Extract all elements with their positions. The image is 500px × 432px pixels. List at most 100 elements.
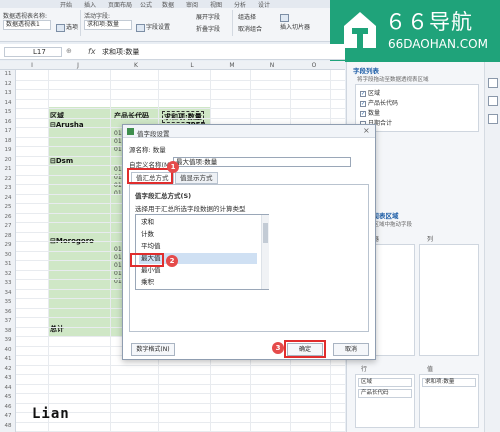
summarize-function-list[interactable]: 求和 计数 平均值 最大值 最小值 乘积 — [135, 214, 269, 290]
name-box[interactable]: L17 — [4, 47, 62, 57]
ribbon-tab[interactable]: 开始 — [60, 0, 72, 9]
group-selection-button[interactable]: 组选择 — [238, 12, 256, 21]
row-header[interactable]: 28 — [0, 233, 16, 239]
field-checkbox-region[interactable]: ✓ 区域 — [360, 88, 380, 97]
row-header[interactable]: 48 — [0, 423, 16, 429]
column-area[interactable] — [419, 244, 479, 356]
ribbon-tab[interactable]: 公式 — [140, 0, 152, 9]
cancel-button[interactable]: 取消 — [333, 343, 369, 356]
function-option[interactable]: 计数 — [139, 229, 257, 240]
row-header[interactable]: 13 — [0, 90, 16, 96]
ribbon-tab[interactable]: 设计 — [258, 0, 270, 9]
active-field-input[interactable]: 求和项:数量 — [84, 20, 132, 30]
pivot-header-region[interactable]: 区域 — [50, 111, 64, 121]
scrollbar-thumb[interactable] — [263, 223, 268, 243]
row-header[interactable]: 26 — [0, 214, 16, 220]
collapse-field-button[interactable]: 折叠字段 — [196, 24, 220, 33]
row-header[interactable]: 43 — [0, 375, 16, 381]
row-header[interactable]: 24 — [0, 195, 16, 201]
row-header[interactable]: 11 — [0, 71, 16, 77]
options-button[interactable]: 选项 — [56, 22, 78, 32]
number-format-button[interactable]: 数字格式(N) — [131, 343, 175, 356]
column-header[interactable]: L — [182, 62, 202, 69]
row-header[interactable]: 29 — [0, 242, 16, 248]
field-settings-button[interactable]: 字段设置 — [136, 22, 170, 32]
source-name-label: 源名称: 数量 — [129, 146, 166, 154]
row-header[interactable]: 42 — [0, 366, 16, 372]
row-header[interactable]: 40 — [0, 347, 16, 353]
row-header[interactable]: 15 — [0, 109, 16, 115]
row-header[interactable]: 34 — [0, 290, 16, 296]
row-header[interactable]: 18 — [0, 138, 16, 144]
column-header[interactable]: K — [126, 62, 146, 69]
close-icon[interactable]: × — [363, 126, 370, 135]
row-header[interactable]: 19 — [0, 147, 16, 153]
properties-icon[interactable] — [488, 96, 498, 106]
row-header[interactable]: 32 — [0, 271, 16, 277]
pivot-header-code[interactable]: 产品长代码 — [114, 111, 149, 121]
pivot-name-input[interactable]: 数据透视表1 — [3, 20, 51, 30]
column-header[interactable]: O — [304, 62, 324, 69]
pivot-total-label[interactable]: 总计 — [50, 324, 64, 334]
row-header[interactable]: 16 — [0, 119, 16, 125]
column-header[interactable]: I — [22, 62, 42, 69]
column-header[interactable]: J — [68, 62, 88, 69]
ribbon-tab[interactable]: 审阅 — [186, 0, 198, 9]
expand-field-button[interactable]: 展开字段 — [196, 12, 220, 21]
row-header[interactable]: 30 — [0, 252, 16, 258]
row-header[interactable]: 22 — [0, 176, 16, 182]
field-checkbox-code[interactable]: ✓ 产品长代码 — [360, 98, 398, 107]
row-header[interactable]: 46 — [0, 404, 16, 410]
pivot-group-dsm[interactable]: ⊟Dsm — [50, 157, 73, 165]
row-header[interactable]: 41 — [0, 356, 16, 362]
value-area[interactable]: 求和项:数量 — [419, 374, 479, 428]
row-header[interactable]: 47 — [0, 413, 16, 419]
zoom-icon[interactable]: ⊕ — [66, 47, 72, 55]
ribbon-separator — [232, 10, 233, 36]
row-header[interactable]: 39 — [0, 337, 16, 343]
row-header[interactable]: 37 — [0, 318, 16, 324]
row-header[interactable]: 44 — [0, 385, 16, 391]
insert-slicer-button[interactable]: 插入切片器 — [280, 14, 310, 31]
site-watermark: ６６导航 66DAOHAN.COM — [330, 0, 500, 62]
summarize-heading: 值字段汇总方式(S) — [135, 192, 192, 200]
function-option[interactable]: 乘积 — [139, 277, 257, 288]
ribbon-tab[interactable]: 视图 — [210, 0, 222, 9]
row-header[interactable]: 12 — [0, 81, 16, 87]
row-header[interactable]: 23 — [0, 185, 16, 191]
row-header[interactable]: 36 — [0, 309, 16, 315]
row-header[interactable]: 45 — [0, 394, 16, 400]
dialog-titlebar[interactable]: 值字段设置 × — [123, 125, 375, 138]
row-header[interactable]: 20 — [0, 157, 16, 163]
row-header[interactable]: 25 — [0, 204, 16, 210]
function-icon[interactable]: fx — [88, 47, 96, 56]
row-area-item[interactable]: 产品长代码 — [358, 389, 412, 398]
row-header[interactable]: 14 — [0, 100, 16, 106]
row-header[interactable]: 33 — [0, 280, 16, 286]
row-header[interactable]: 35 — [0, 299, 16, 305]
column-header[interactable]: M — [222, 62, 242, 69]
row-area[interactable]: 区域 产品长代码 — [355, 374, 415, 428]
field-checkbox-quantity[interactable]: ✓ 数量 — [360, 108, 380, 117]
column-header[interactable]: N — [262, 62, 282, 69]
ribbon-tab[interactable]: 插入 — [84, 0, 96, 9]
help-icon[interactable] — [488, 114, 498, 124]
row-header[interactable]: 31 — [0, 261, 16, 267]
formula-input[interactable]: 求和项:数量 — [102, 47, 139, 57]
ribbon-tab[interactable]: 页面布局 — [108, 0, 132, 9]
function-option[interactable]: 平均值 — [139, 241, 257, 252]
ribbon-tab[interactable]: 分析 — [234, 0, 246, 9]
row-header[interactable]: 21 — [0, 166, 16, 172]
custom-name-input[interactable]: 最大值项:数量 — [173, 157, 351, 167]
list-scrollbar[interactable] — [261, 215, 269, 289]
ribbon-tab[interactable]: 数据 — [162, 0, 174, 9]
row-header[interactable]: 27 — [0, 223, 16, 229]
row-header[interactable]: 38 — [0, 328, 16, 334]
row-header[interactable]: 17 — [0, 128, 16, 134]
field-list-icon[interactable] — [488, 78, 498, 88]
value-area-item[interactable]: 求和项:数量 — [422, 378, 476, 387]
tab-show-values-as[interactable]: 值显示方式 — [175, 172, 218, 184]
row-area-item[interactable]: 区域 — [358, 378, 412, 387]
ungroup-button[interactable]: 取消组合 — [238, 24, 262, 33]
function-option[interactable]: 求和 — [139, 217, 257, 228]
